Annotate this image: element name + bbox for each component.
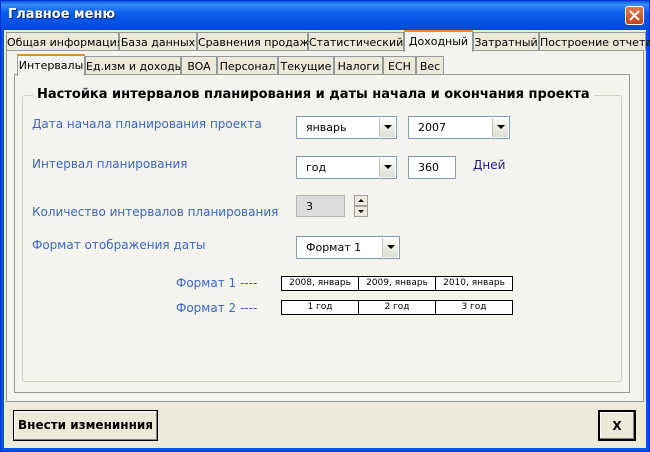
start-date-label: Дата начала планирования проекта bbox=[32, 117, 262, 131]
income-tab-page: Интервалы Ед.изм и доходы BOA Персонал Т… bbox=[6, 50, 644, 402]
format1-cell: 2010, январь bbox=[443, 278, 505, 288]
tab-weight[interactable]: Вес bbox=[416, 56, 444, 75]
window-close-button[interactable] bbox=[625, 6, 644, 25]
main-menu-window: Главное меню Общая информация База данны… bbox=[0, 0, 650, 452]
interval-unit-select[interactable]: год bbox=[296, 156, 397, 179]
interval-days-field[interactable]: 360 bbox=[408, 156, 456, 179]
interval-label: Интервал планирования bbox=[32, 157, 188, 171]
start-year-value: 2007 bbox=[418, 121, 446, 134]
interval-count-value: 3 bbox=[306, 200, 313, 213]
interval-days-value: 360 bbox=[418, 161, 439, 174]
format2-label: Формат 2 ---- bbox=[176, 301, 258, 315]
date-format-value: Формат 1 bbox=[306, 241, 362, 254]
tab-personnel[interactable]: Персонал bbox=[217, 56, 278, 75]
format1-cell: 2008, январь bbox=[282, 277, 359, 290]
tab-statistical[interactable]: Статистический bbox=[308, 32, 404, 51]
date-format-select[interactable]: Формат 1 bbox=[296, 236, 400, 259]
tab-general-info[interactable]: Общая информация bbox=[6, 32, 123, 51]
tab-current[interactable]: Текущие bbox=[278, 56, 334, 75]
tab-cost[interactable]: Затратный bbox=[473, 32, 539, 51]
chevron-down-icon[interactable] bbox=[492, 118, 508, 137]
client-area: Общая информация База данных Сравнения п… bbox=[4, 30, 650, 448]
interval-unit-value: год bbox=[306, 161, 327, 174]
tab-esn[interactable]: ЕСН bbox=[383, 56, 416, 75]
chevron-down-icon[interactable] bbox=[382, 238, 398, 257]
group-title: Настойка интервалов планирования и даты … bbox=[33, 87, 594, 102]
tab-sales-comparison[interactable]: Сравнения продаж bbox=[197, 32, 309, 51]
intervals-tab-page: Настойка интервалов планирования и даты … bbox=[14, 74, 630, 393]
start-month-select[interactable]: январь bbox=[296, 116, 397, 139]
days-label: Дней bbox=[473, 158, 506, 172]
chevron-down-icon[interactable] bbox=[379, 118, 395, 137]
close-button[interactable]: X bbox=[598, 410, 636, 441]
inner-tab-strip: Интервалы Ед.изм и доходы BOA Персонал Т… bbox=[17, 54, 637, 76]
window-title: Главное меню bbox=[8, 7, 116, 22]
planning-settings-group: Настойка интервалов планирования и даты … bbox=[22, 87, 622, 382]
tab-intervals[interactable]: Интервалы bbox=[17, 54, 85, 76]
start-month-value: январь bbox=[306, 121, 347, 134]
tab-boa[interactable]: BOA bbox=[181, 56, 217, 75]
top-tab-strip: Общая информация База данных Сравнения п… bbox=[6, 30, 650, 52]
spin-up-button[interactable] bbox=[354, 195, 368, 206]
format1-label: Формат 1 ---- bbox=[176, 276, 258, 290]
tab-database[interactable]: База данных bbox=[119, 32, 197, 51]
date-format-label: Формат отображения даты bbox=[32, 238, 206, 252]
apply-changes-button[interactable]: Внести изменинния bbox=[13, 410, 158, 441]
interval-count-field[interactable]: 3 bbox=[296, 195, 345, 217]
format2-cell: 2 год bbox=[359, 301, 436, 314]
tab-units-income[interactable]: Ед.изм и доходы bbox=[85, 56, 183, 75]
interval-count-label: Количество интервалов планирования bbox=[32, 205, 279, 219]
tab-taxes[interactable]: Налоги bbox=[334, 56, 383, 75]
format2-cell: 3 год bbox=[461, 302, 487, 312]
start-year-select[interactable]: 2007 bbox=[408, 116, 510, 139]
spin-down-button[interactable] bbox=[354, 206, 368, 217]
tab-income[interactable]: Доходный bbox=[404, 30, 473, 52]
format2-preview: 1 год 2 год 3 год bbox=[281, 300, 513, 315]
tab-report[interactable]: Построение отчета bbox=[539, 32, 650, 51]
chevron-down-icon[interactable] bbox=[379, 158, 395, 177]
format1-preview: 2008, январь 2009, январь 2010, январь bbox=[281, 276, 513, 291]
format1-cell: 2009, январь bbox=[359, 277, 436, 290]
format2-cell: 1 год bbox=[282, 301, 359, 314]
close-icon bbox=[629, 10, 640, 21]
title-bar[interactable]: Главное меню bbox=[1, 1, 649, 30]
